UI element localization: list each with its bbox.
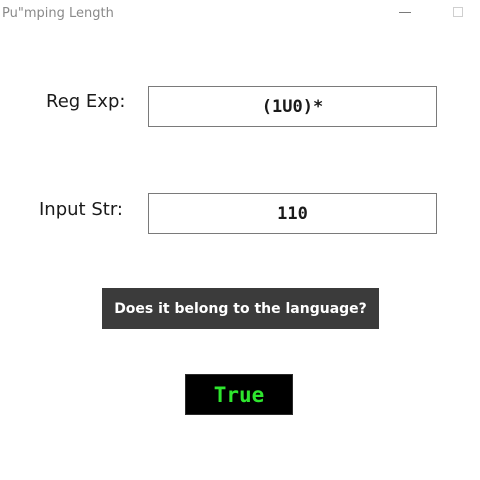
window-title: Pu"mping Length — [2, 6, 114, 21]
minimize-icon — [399, 12, 411, 13]
regexp-label: Reg Exp: — [46, 91, 126, 112]
title-bar: Pu"mping Length — [0, 0, 480, 30]
maximize-button[interactable] — [447, 2, 471, 24]
input-string-label: Input Str: — [39, 199, 123, 220]
check-membership-button[interactable]: Does it belong to the language? — [102, 288, 379, 329]
result-display: True — [185, 374, 293, 415]
minimize-button[interactable] — [393, 2, 417, 24]
maximize-icon — [453, 7, 463, 17]
app-window: Pu"mping Length Reg Exp: Input Str: Does… — [0, 0, 480, 480]
input-string-field[interactable] — [148, 193, 437, 234]
regexp-input[interactable] — [148, 86, 437, 127]
